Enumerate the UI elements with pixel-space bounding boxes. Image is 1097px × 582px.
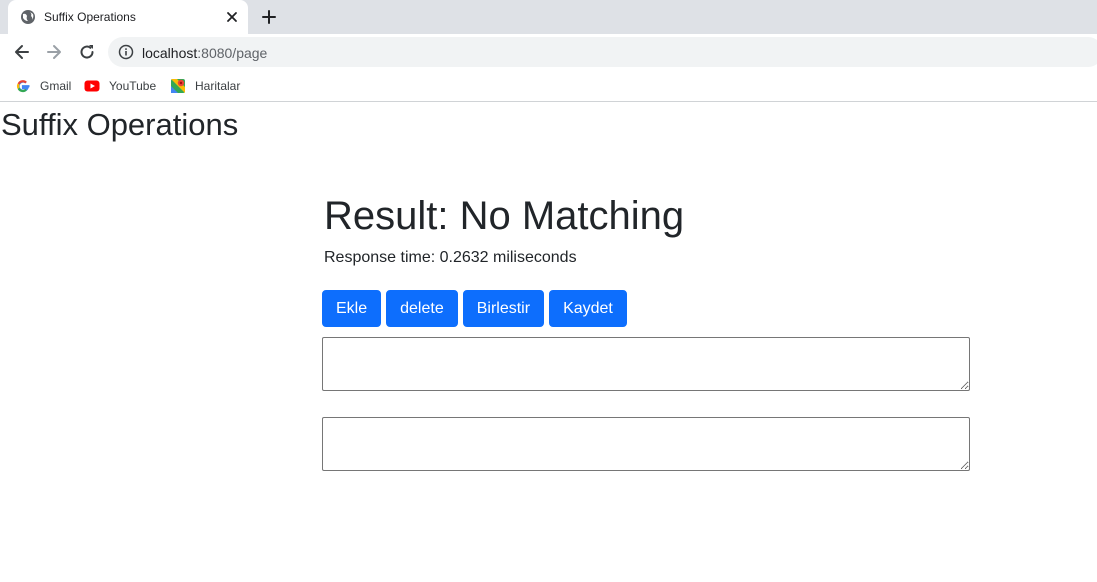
page-title: Suffix Operations [1,107,239,142]
maps-icon [171,79,185,93]
reload-icon[interactable] [77,42,97,62]
bookmark-youtube[interactable]: YouTube [84,77,156,95]
input-textarea-2[interactable] [322,417,970,471]
tab-strip: Suffix Operations [0,0,1097,34]
ekle-button[interactable]: Ekle [322,290,382,327]
bookmark-label: YouTube [109,79,157,93]
kaydet-button[interactable]: Kaydet [549,290,627,327]
bookmark-haritalar[interactable]: Haritalar [170,77,240,95]
url-path: :8080/page [197,45,268,61]
url-text: localhost:8080/page [142,45,267,61]
browser-toolbar: localhost:8080/page [0,34,1097,70]
youtube-icon [84,80,100,92]
response-time-text: Response time: 0.2632 miliseconds [324,249,577,266]
bookmark-label: Haritalar [195,79,241,93]
globe-icon [21,10,35,24]
address-bar[interactable]: localhost:8080/page [108,37,1097,67]
browser-tab[interactable]: Suffix Operations [8,0,248,34]
new-tab-plus-icon[interactable] [260,8,278,26]
delete-button[interactable]: delete [386,290,458,327]
info-icon[interactable] [118,44,134,60]
forward-arrow-icon[interactable] [44,42,64,62]
tab-title: Suffix Operations [44,10,136,24]
close-tab-icon[interactable] [225,10,239,24]
bookmark-gmail[interactable]: Gmail [15,77,71,95]
bookmark-label: Gmail [40,79,72,93]
back-arrow-icon[interactable] [12,42,32,62]
result-heading: Result: No Matching [324,194,685,238]
url-host: localhost [142,45,198,61]
google-icon [16,80,30,93]
page-content: Suffix Operations Result: No Matching Re… [0,103,1097,582]
action-buttons: Ekle delete Birlestir Kaydet [322,290,632,327]
bookmarks-bar: Gmail YouTube Haritalar [0,70,1097,102]
birlestir-button[interactable]: Birlestir [462,290,545,327]
input-textarea-1[interactable] [322,337,970,391]
